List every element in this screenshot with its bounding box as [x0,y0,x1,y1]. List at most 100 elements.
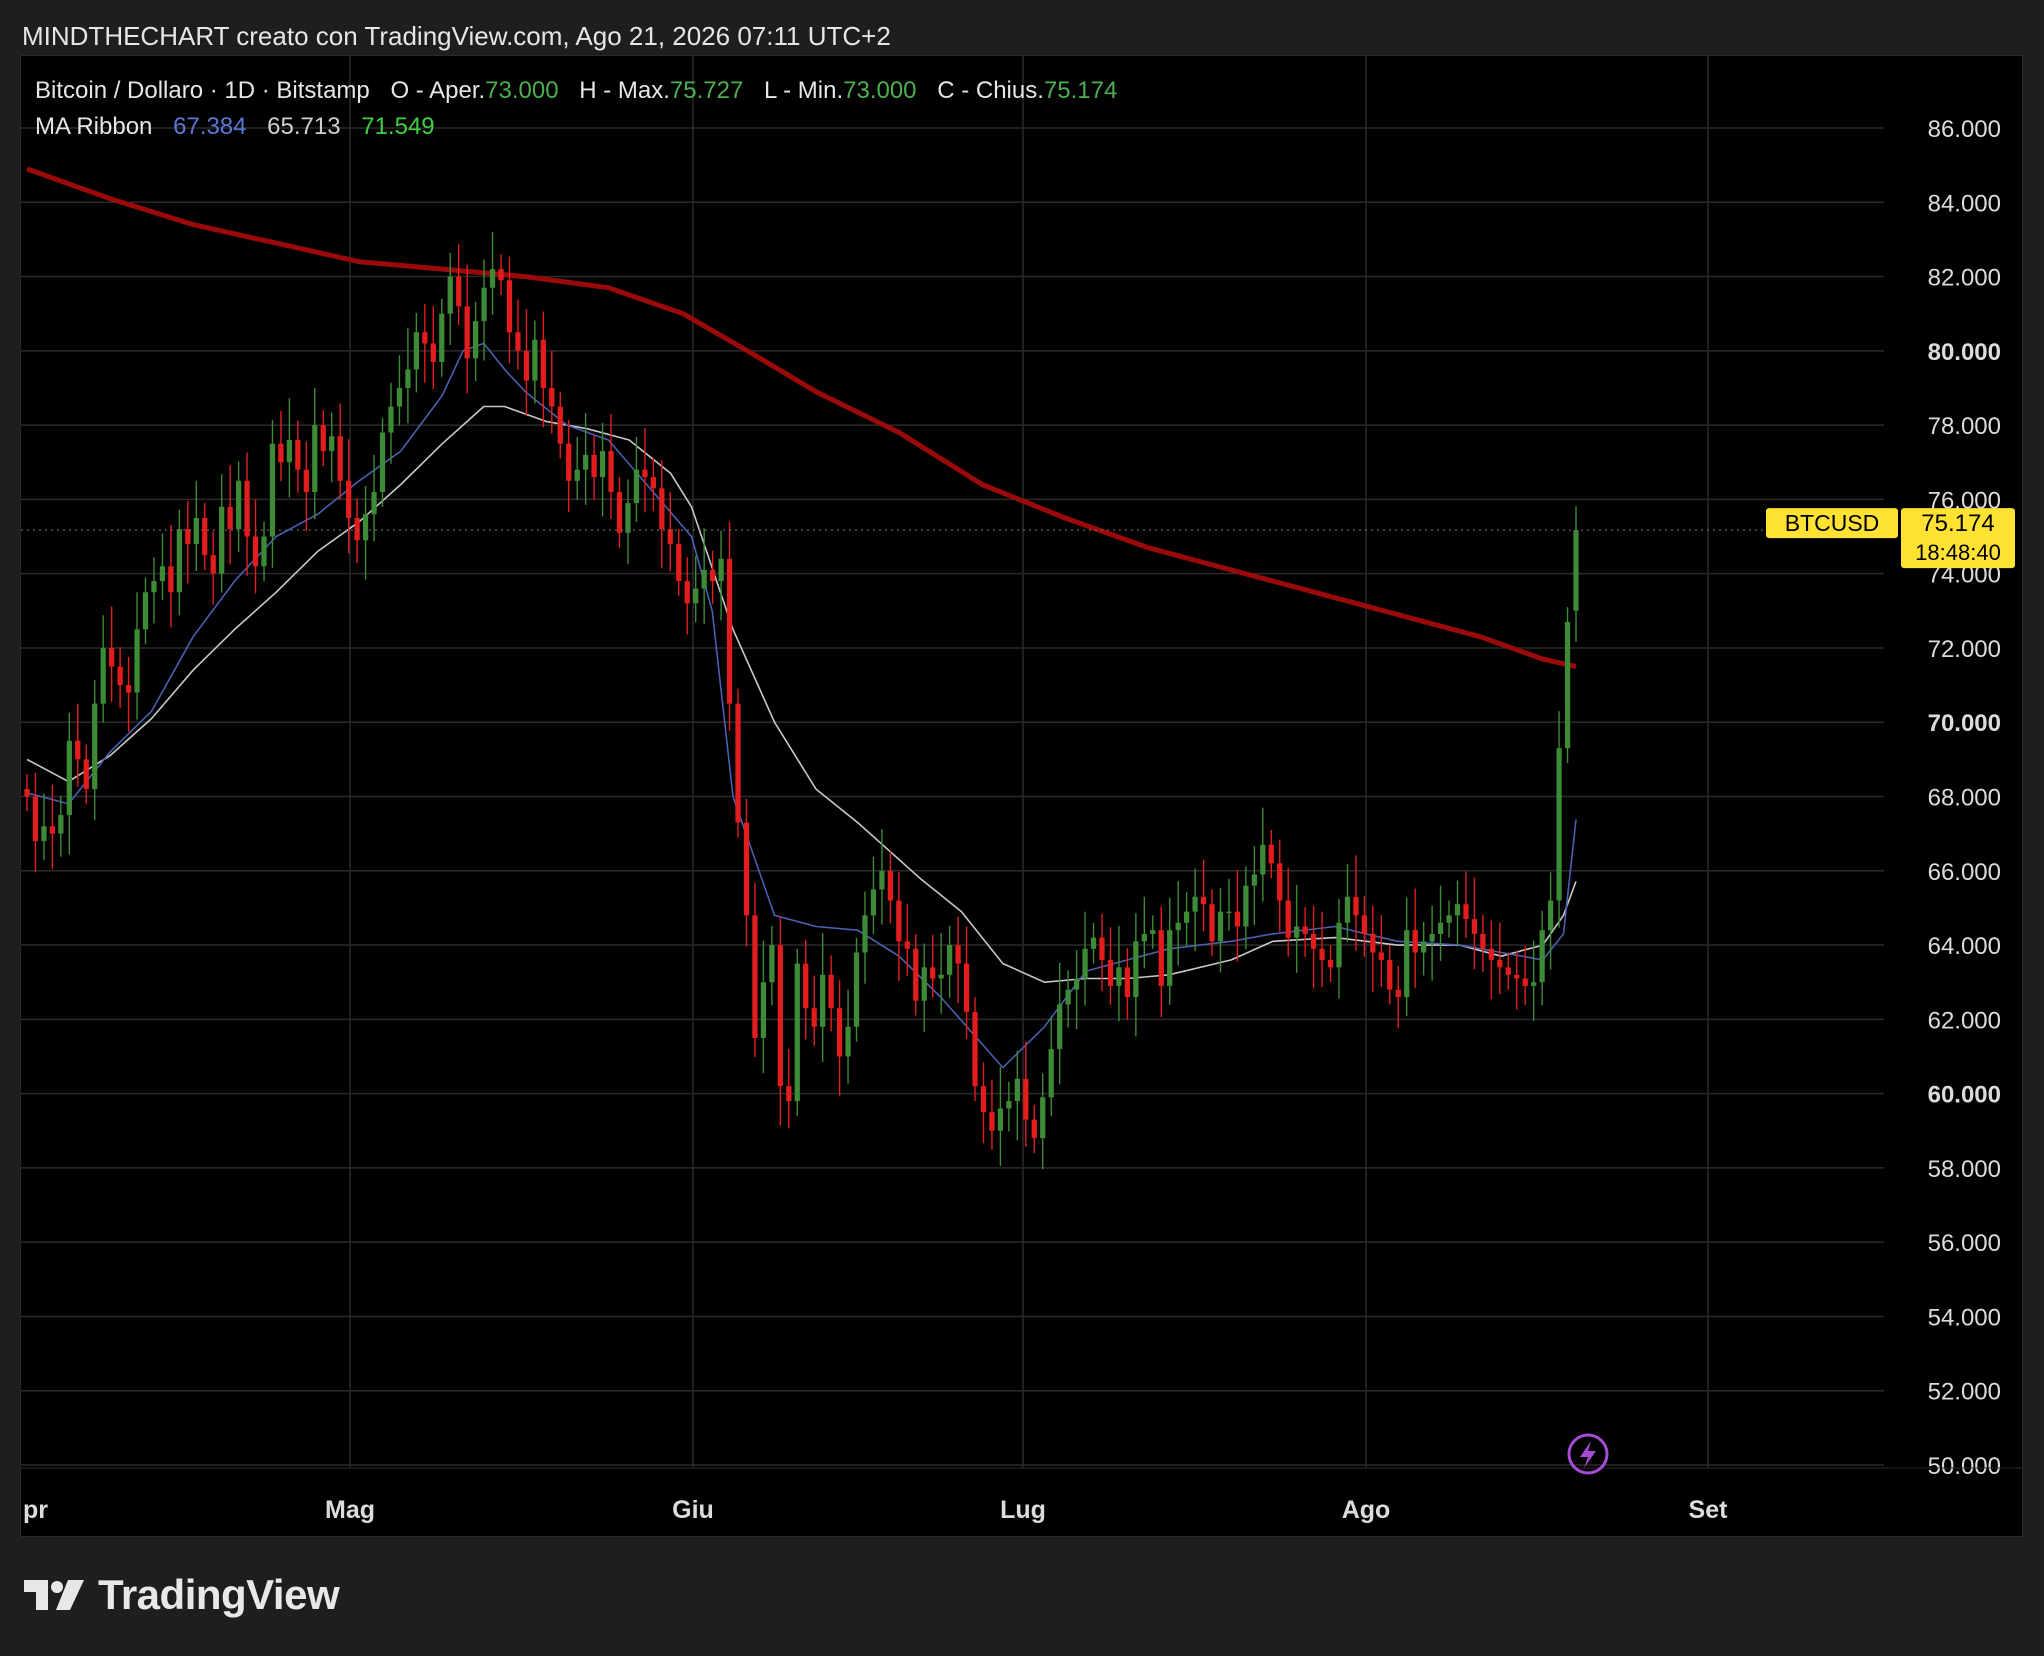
candle-up[interactable] [879,870,885,890]
candle-down[interactable] [709,569,716,582]
candle-down[interactable] [464,306,470,359]
candle-down[interactable] [515,332,521,351]
candle-up[interactable] [1454,904,1461,916]
candle-up[interactable] [1192,896,1198,912]
candle-down[interactable] [168,566,174,593]
candle-up[interactable] [1141,933,1147,942]
candle-up[interactable] [489,269,496,288]
candle-down[interactable] [185,529,191,544]
candle-down[interactable] [1378,952,1384,960]
candle-down[interactable] [659,488,665,530]
candle-up[interactable] [1184,911,1190,923]
candle-down[interactable] [1023,1078,1029,1120]
candle-down[interactable] [726,558,733,704]
candle-down[interactable] [346,480,352,518]
candle-down[interactable] [955,945,961,964]
candle-up[interactable] [66,740,72,816]
candle-down[interactable] [1488,948,1494,960]
candle-up[interactable] [1226,911,1232,914]
candle-up[interactable] [92,703,98,790]
candle-down[interactable] [786,1086,792,1102]
candle-up[interactable] [134,629,140,693]
candle-down[interactable] [963,963,970,1012]
candle-down[interactable] [32,796,39,842]
candle-up[interactable] [1564,621,1571,749]
candle-down[interactable] [743,822,750,916]
candle-up[interactable] [1251,874,1257,886]
candle-down[interactable] [1480,933,1486,949]
candle-up[interactable] [1421,941,1427,953]
candle-up[interactable] [388,406,394,433]
candle-down[interactable] [252,536,259,567]
candle-down[interactable] [523,350,530,381]
candle-up[interactable] [853,952,860,1027]
candle-up[interactable] [1294,926,1300,938]
candle-up[interactable] [1150,930,1156,934]
candle-up[interactable] [1260,844,1266,875]
candle-down[interactable] [109,647,115,667]
candle-up[interactable] [151,581,157,593]
candle-up[interactable] [1006,1101,1012,1109]
candle-up[interactable] [193,517,199,544]
candle-up[interactable] [413,332,419,370]
chart-frame[interactable]: 50.000 52.000 54.000 56.000 58.000 60.000 62.0… [20,55,2023,1537]
candle-up[interactable] [286,439,293,463]
candle-down[interactable] [422,332,428,344]
candle-down[interactable] [117,666,123,686]
candle-down[interactable] [1310,933,1317,949]
candle-down[interactable] [24,789,30,797]
candle-up[interactable] [1539,930,1545,983]
candle-down[interactable] [1522,978,1528,986]
candle-down[interactable] [1353,896,1359,916]
candle-up[interactable] [1446,915,1452,923]
candle-down[interactable] [1327,959,1334,968]
candle-down[interactable] [303,469,309,492]
candle-down[interactable] [608,451,614,492]
candle-up[interactable] [219,506,225,574]
candle-down[interactable] [75,740,81,760]
candle-up[interactable] [235,480,242,530]
candle-down[interactable] [320,425,326,452]
candle-down[interactable] [227,506,233,530]
candle-down[interactable] [1285,900,1291,938]
candle-up[interactable] [870,889,877,916]
candle-down[interactable] [930,967,936,979]
candle-up[interactable] [693,588,699,604]
candle-up[interactable] [997,1108,1004,1131]
candle-down[interactable] [202,517,208,556]
candle-down[interactable] [456,276,462,307]
tradingview-logo[interactable]: TradingView [24,1570,340,1620]
candle-down[interactable] [1302,926,1308,934]
candle-down[interactable] [650,477,656,489]
candle-down[interactable] [430,343,436,362]
candle-down[interactable] [549,387,555,407]
candle-up[interactable] [1344,896,1351,923]
candle-down[interactable] [125,685,132,693]
candle-down[interactable] [811,1008,817,1027]
candle-down[interactable] [278,443,284,463]
candle-up[interactable] [625,503,631,533]
candle-up[interactable] [1057,1004,1063,1050]
candle-down[interactable] [1099,937,1105,960]
candle-down[interactable] [591,454,597,478]
candle-down[interactable] [1412,930,1418,953]
candle-down[interactable] [1200,896,1207,905]
candle-down[interactable] [557,406,563,444]
candle-up[interactable] [379,432,386,492]
candle-down[interactable] [49,826,56,834]
candle-up[interactable] [1014,1078,1020,1102]
candle-down[interactable] [777,945,783,1087]
candle-up[interactable] [769,945,775,983]
candle-up[interactable] [1040,1097,1046,1139]
candle-up[interactable] [41,826,47,842]
candle-up[interactable] [329,436,335,452]
candle-up[interactable] [1336,922,1342,968]
candle-up[interactable] [447,276,453,314]
candle-down[interactable] [735,703,741,823]
candle-up[interactable] [481,287,487,322]
candle-up[interactable] [312,425,318,492]
candle-down[interactable] [989,1112,995,1131]
candle-up[interactable] [938,974,944,979]
candle-down[interactable] [913,948,919,1001]
candle-down[interactable] [1107,959,1114,986]
